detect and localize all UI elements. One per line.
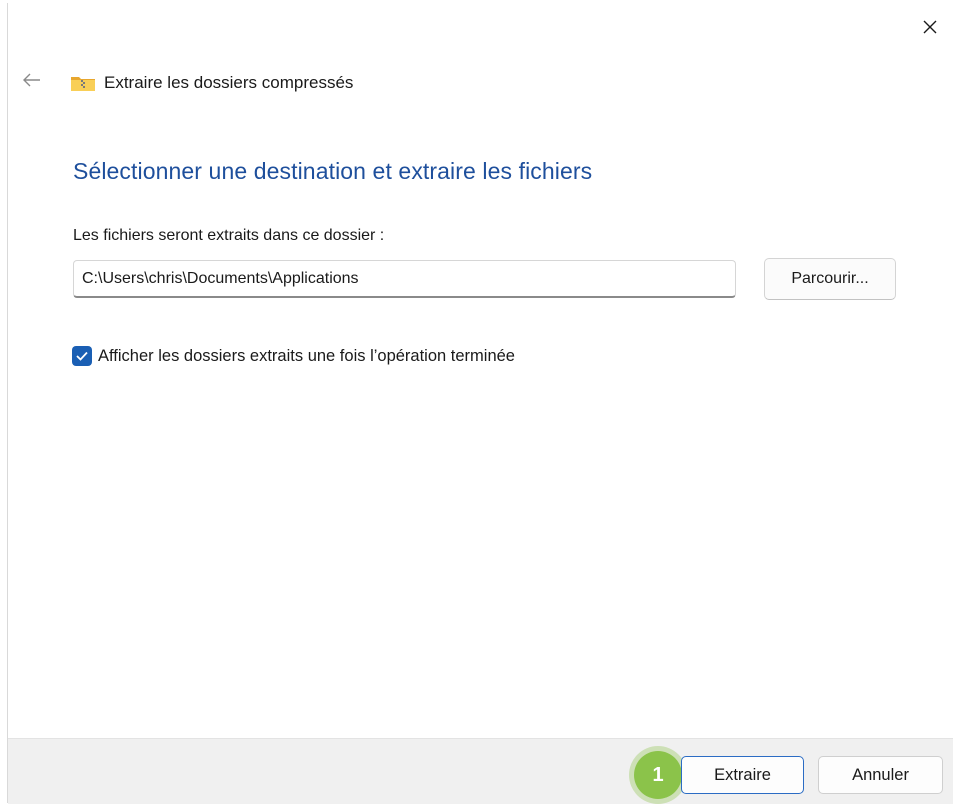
back-button[interactable] xyxy=(16,66,48,98)
destination-path-input[interactable] xyxy=(73,260,736,298)
back-arrow-icon xyxy=(23,73,41,92)
window-title: Extraire les dossiers compressés xyxy=(104,73,354,92)
zip-folder-icon xyxy=(70,73,96,93)
step-badge: 1 xyxy=(634,751,682,799)
page-heading: Sélectionner une destination et extraire… xyxy=(73,158,593,184)
cancel-button[interactable]: Annuler xyxy=(818,756,943,794)
destination-label: Les fichiers seront extraits dans ce dos… xyxy=(73,227,385,244)
title-bar: Extraire les dossiers compressés xyxy=(70,73,353,93)
close-icon xyxy=(922,19,938,40)
show-folders-option[interactable]: Afficher les dossiers extraits une fois … xyxy=(72,346,515,366)
close-button[interactable] xyxy=(907,7,953,51)
show-folders-label: Afficher les dossiers extraits une fois … xyxy=(98,346,515,365)
extract-dialog: Extraire les dossiers compressés Sélecti… xyxy=(8,3,953,804)
show-folders-checkbox[interactable] xyxy=(72,346,92,366)
extract-button[interactable]: Extraire xyxy=(681,756,804,794)
dialog-footer: 1 Extraire Annuler xyxy=(8,738,953,804)
browse-button[interactable]: Parcourir... xyxy=(764,258,896,300)
checkmark-icon xyxy=(76,351,88,361)
